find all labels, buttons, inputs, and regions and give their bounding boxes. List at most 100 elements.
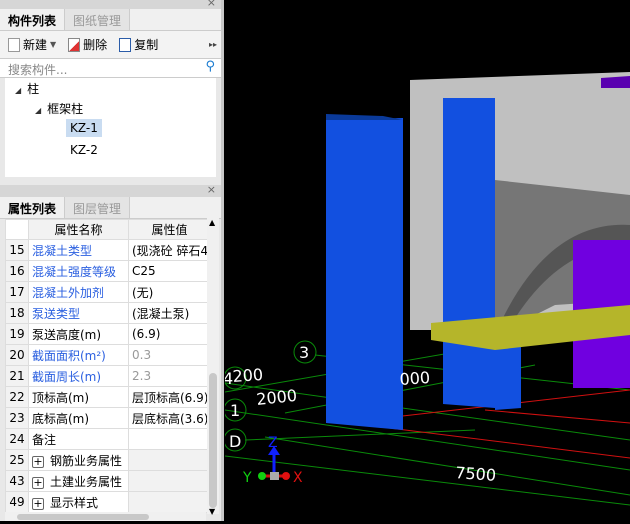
property-name-text: 备注 — [32, 432, 57, 447]
dimension-label: 200 — [232, 365, 264, 386]
search-icon[interactable]: ⚲ — [205, 59, 215, 74]
property-value[interactable] — [128, 470, 211, 492]
tree-node-column[interactable]: ◢ 柱 — [15, 80, 39, 97]
scroll-thumb[interactable] — [209, 373, 217, 508]
row-number: 43 — [5, 470, 29, 492]
tab-property-list[interactable]: 属性列表 — [0, 197, 66, 218]
scroll-up-icon[interactable]: ▲ — [209, 218, 215, 227]
property-value[interactable]: 层顶标高(6.9) — [128, 386, 211, 408]
3d-viewport[interactable]: 3 1 D 4 2000 7500 200 000 Y X Z — [223, 0, 630, 521]
property-name: + 土建业务属性 — [28, 470, 129, 492]
delete-button[interactable]: 删除 — [68, 36, 107, 53]
table-row[interactable]: 25 + 钢筋业务属性 — [5, 449, 211, 471]
z-axis-label: Z — [268, 435, 278, 451]
panel-titlebar: × — [0, 0, 221, 9]
copy-button[interactable]: 复制 — [119, 36, 158, 53]
header-name: 属性名称 — [28, 219, 129, 240]
close-icon[interactable]: × — [207, 0, 216, 9]
property-value[interactable]: 0.3 — [128, 344, 211, 366]
property-name: 备注 — [28, 428, 129, 450]
property-value[interactable]: 层底标高(3.6) — [128, 407, 211, 429]
property-name-text: 钢筋业务属性 — [50, 453, 123, 468]
table-row[interactable]: 18 泵送类型 (混凝土泵) — [5, 302, 211, 324]
property-name-text: 截面面积(m²) — [32, 348, 106, 363]
table-row[interactable]: 21 截面周长(m) 2.3 — [5, 365, 211, 387]
property-value[interactable] — [128, 428, 211, 450]
property-value[interactable]: (现浇砼 碎石4 — [128, 239, 211, 261]
property-name: + 钢筋业务属性 — [28, 449, 129, 471]
expand-icon[interactable]: ◢ — [35, 106, 41, 115]
property-panel: × 属性列表 图层管理 属性名称 属性值 15 混凝土类型 (现浇砼 碎石4 16 混凝土… — [0, 183, 221, 521]
close-icon[interactable]: × — [207, 183, 216, 196]
more-icon[interactable]: ▸▸ — [209, 40, 217, 49]
property-name: 顶标高(m) — [28, 386, 129, 408]
row-number: 15 — [5, 239, 29, 261]
red-line — [484, 409, 630, 424]
property-value[interactable] — [128, 449, 211, 471]
delete-label: 删除 — [83, 38, 108, 52]
property-name-text: 泵送类型 — [32, 306, 81, 321]
row-number: 20 — [5, 344, 29, 366]
scroll-down-icon[interactable]: ▼ — [209, 507, 215, 516]
dimension-label: 000 — [399, 368, 431, 389]
row-number: 49 — [5, 491, 29, 513]
property-name-text: 泵送高度(m) — [32, 327, 102, 342]
tab-component-list[interactable]: 构件列表 — [0, 9, 66, 30]
tree-label: 柱 — [27, 82, 40, 96]
copy-label: 复制 — [134, 38, 159, 52]
tree-label: 框架柱 — [47, 102, 84, 116]
property-name-text: 显示样式 — [50, 495, 99, 510]
property-value[interactable]: 2.3 — [128, 365, 211, 387]
horizontal-scrollbar[interactable] — [5, 512, 206, 521]
expand-plus-icon[interactable]: + — [32, 476, 44, 489]
table-row[interactable]: 23 底标高(m) 层底标高(3.6) — [5, 407, 211, 429]
table-row[interactable]: 17 混凝土外加剂 (无) — [5, 281, 211, 303]
3d-scene[interactable]: 3 1 D 4 2000 7500 200 000 Y X Z — [223, 0, 630, 521]
tree-item-kz1[interactable]: KZ-1 — [66, 119, 102, 137]
scroll-thumb[interactable] — [17, 514, 149, 520]
row-number: 18 — [5, 302, 29, 324]
panel-titlebar: × — [0, 183, 221, 197]
property-value[interactable]: (无) — [128, 281, 211, 303]
grid-line — [244, 429, 476, 441]
expand-plus-icon[interactable]: + — [32, 497, 44, 510]
search-input[interactable]: 搜索构件... ⚲ — [0, 59, 221, 78]
property-value[interactable] — [128, 491, 211, 513]
table-row[interactable]: 19 泵送高度(m) (6.9) — [5, 323, 211, 345]
tab-drawing-management[interactable]: 图纸管理 — [65, 9, 131, 30]
new-button[interactable]: 新建 ▼ — [8, 36, 56, 53]
property-value[interactable]: (6.9) — [128, 323, 211, 345]
table-row[interactable]: 15 混凝土类型 (现浇砼 碎石4 — [5, 239, 211, 261]
wall-top — [601, 76, 630, 88]
x-axis-label: X — [293, 470, 303, 486]
property-name: 混凝土类型 — [28, 239, 129, 261]
axis-label-d: D — [229, 432, 241, 451]
grid-line — [264, 436, 630, 496]
dropdown-arrow-icon[interactable]: ▼ — [50, 40, 56, 49]
table-row[interactable]: 49 + 显示样式 — [5, 491, 211, 513]
vertical-scrollbar[interactable]: ▲ ▼ — [207, 218, 219, 516]
property-name-text: 土建业务属性 — [50, 474, 123, 489]
header-value: 属性值 — [128, 219, 211, 240]
tree-item-kz2[interactable]: KZ-2 — [70, 143, 98, 157]
table-row[interactable]: 16 混凝土强度等级 C25 — [5, 260, 211, 282]
table-row[interactable]: 43 + 土建业务属性 — [5, 470, 211, 492]
table-row[interactable]: 24 备注 — [5, 428, 211, 450]
property-value[interactable]: (混凝土泵) — [128, 302, 211, 324]
x-axis-dot — [282, 472, 290, 480]
tree-node-frame-column[interactable]: ◢ 框架柱 — [35, 100, 83, 117]
expand-icon[interactable]: ◢ — [15, 86, 21, 95]
tab-layer-management[interactable]: 图层管理 — [65, 197, 131, 218]
property-name: 泵送高度(m) — [28, 323, 129, 345]
origin — [270, 472, 279, 480]
expand-plus-icon[interactable]: + — [32, 455, 44, 468]
axis-label-3: 3 — [299, 343, 309, 362]
table-row[interactable]: 20 截面面积(m²) 0.3 — [5, 344, 211, 366]
axis-gizmo: Y X Z — [242, 435, 303, 486]
table-row[interactable]: 22 顶标高(m) 层顶标高(6.9) — [5, 386, 211, 408]
column — [443, 98, 495, 408]
property-value[interactable]: C25 — [128, 260, 211, 282]
component-toolbar: 新建 ▼ 删除 复制 ▸▸ — [0, 31, 221, 59]
property-name-text: 底标高(m) — [32, 411, 90, 426]
property-name-text: 截面周长(m) — [32, 369, 102, 384]
